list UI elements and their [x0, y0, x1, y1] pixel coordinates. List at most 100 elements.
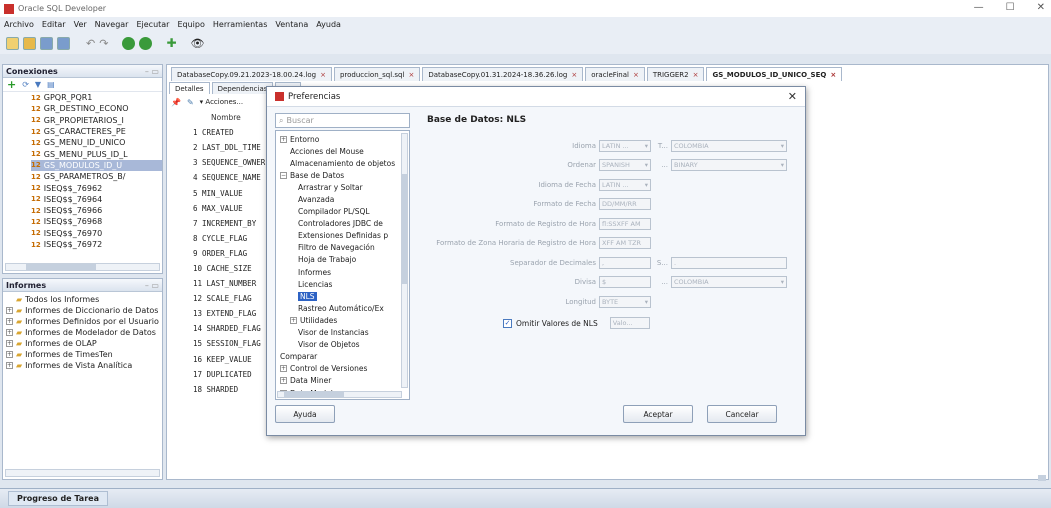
expand-icon[interactable]: + — [280, 135, 287, 143]
preferences-tree-item[interactable]: Visor de Objetos — [280, 339, 409, 351]
open-icon[interactable] — [23, 36, 36, 50]
table-row[interactable]: 2 LAST_DDL_TIME — [193, 140, 265, 155]
sequence-item[interactable]: 12 GS_PARAMETROS_B/ — [31, 171, 162, 182]
task-progress-tab[interactable]: Progreso de Tarea — [8, 491, 108, 506]
menu-item[interactable]: Ventana — [275, 20, 308, 29]
report-item[interactable]: + ▰ Informes Definidos por el Usuario — [6, 316, 162, 327]
sequence-item[interactable]: 12 GS_CARACTERES_PE — [31, 126, 162, 137]
nls-extra-value[interactable]: COLOMBIA ▾ — [671, 139, 787, 152]
table-row[interactable]: 9 ORDER_FLAG — [193, 246, 265, 261]
dialog-close-button[interactable]: ✕ — [788, 90, 797, 103]
sequence-item[interactable]: 12 GS_MENU_PLUS_ID_L — [31, 148, 162, 159]
table-row[interactable]: 1 CREATED — [193, 125, 265, 140]
expand-icon[interactable]: + — [6, 362, 13, 369]
nls-extra-value[interactable]: BINARY ▾ — [671, 159, 787, 171]
report-item[interactable]: + ▰ Informes de Modelador de Datos — [6, 327, 162, 338]
close-tab-icon[interactable]: × — [320, 71, 326, 79]
horizontal-scrollbar[interactable] — [5, 469, 160, 477]
minimize-button[interactable]: — — [974, 2, 984, 13]
tree-vertical-scrollbar[interactable] — [401, 133, 408, 388]
sequence-item[interactable]: 12 GR_DESTINO_ECONO — [31, 103, 162, 114]
binoculars-icon[interactable]: 👁 — [191, 37, 205, 50]
preferences-tree-item[interactable]: Controladores JDBC de — [280, 218, 409, 230]
help-button[interactable]: Ayuda — [275, 405, 335, 423]
preferences-tree-item[interactable]: Filtro de Navegación — [280, 242, 409, 254]
preferences-tree-item[interactable]: − Base de Datos — [280, 169, 409, 181]
refresh-icon[interactable]: ⟳ — [22, 80, 29, 89]
nls-field-value[interactable]: fl:SSXFF AM — [599, 217, 651, 230]
sequence-item[interactable]: 12 GS_MENU_ID_UNICO — [31, 137, 162, 148]
report-item[interactable]: + ▰ Informes de TimesTen — [6, 349, 162, 360]
close-tab-icon[interactable]: × — [408, 71, 414, 79]
close-tab-icon[interactable]: × — [830, 71, 836, 79]
sequence-item[interactable]: 12 ISEQ$$_76968 — [31, 216, 162, 227]
cancel-button[interactable]: Cancelar — [707, 405, 777, 423]
sequence-item[interactable]: 12 ISEQ$$_76972 — [31, 239, 162, 250]
report-item[interactable]: + ▰ Informes de Vista Analítica — [6, 360, 162, 371]
sub-tab[interactable]: Dependencias — [211, 82, 274, 94]
table-row[interactable]: 16 KEEP_VALUE — [193, 352, 265, 367]
preferences-tree-item[interactable]: Acciones del Mouse — [280, 145, 409, 157]
preferences-tree-item[interactable]: Arrastrar y Soltar — [280, 181, 409, 193]
sub-tab[interactable]: Detalles — [169, 82, 210, 94]
nls-field-value[interactable]: SPANISH ▾ — [599, 159, 651, 171]
nls-field-value[interactable]: , — [599, 256, 651, 269]
edit-icon[interactable]: ✎ — [187, 98, 194, 107]
menu-item[interactable]: Equipo — [177, 20, 204, 29]
horizontal-scrollbar[interactable] — [5, 263, 160, 271]
report-item[interactable]: + ▰ Informes de OLAP — [6, 338, 162, 349]
nls-field-value[interactable]: DD/MM/RR — [599, 198, 651, 210]
table-row[interactable]: 3 SEQUENCE_OWNER — [193, 155, 265, 170]
expand-icon[interactable]: + — [280, 377, 287, 385]
preferences-tree-item[interactable]: Almacenamiento de objetos — [280, 157, 409, 169]
close-tab-icon[interactable]: × — [633, 71, 639, 79]
sequence-item[interactable]: 12 GPQR_PQR1 — [31, 92, 162, 103]
preferences-search[interactable]: ⌕ Buscar — [275, 113, 410, 128]
table-row[interactable]: 11 LAST_NUMBER — [193, 276, 265, 291]
tree-horizontal-scrollbar[interactable] — [277, 391, 402, 398]
menu-item[interactable]: Ejecutar — [136, 20, 169, 29]
ok-button[interactable]: Aceptar — [623, 405, 693, 423]
filter-icon[interactable]: ▼ — [35, 80, 41, 89]
close-tab-icon[interactable]: × — [571, 71, 577, 79]
preferences-tree-item[interactable]: NLS — [280, 290, 409, 302]
table-row[interactable]: 6 MAX_VALUE — [193, 201, 265, 216]
preferences-tree-item[interactable]: + Control de Versiones — [280, 363, 409, 375]
sequence-item[interactable]: 12 ISEQ$$_76962 — [31, 182, 162, 193]
document-tab[interactable]: produccion_sql.sql × — [333, 67, 421, 81]
forward-icon[interactable] — [139, 36, 153, 50]
preferences-tree-item[interactable]: + Utilidades — [280, 314, 409, 326]
expand-icon[interactable]: + — [290, 316, 297, 324]
nls-field-value[interactable]: LATIN ... ▾ — [599, 139, 651, 152]
report-item[interactable]: ▰ Todos los Informes — [6, 294, 162, 305]
menu-item[interactable]: Navegar — [95, 20, 129, 29]
report-item[interactable]: + ▰ Informes de Diccionario de Datos — [6, 305, 162, 316]
new-icon[interactable] — [6, 36, 19, 50]
expand-icon[interactable]: + — [6, 329, 13, 336]
menu-item[interactable]: Editar — [42, 20, 66, 29]
maximize-button[interactable]: ☐ — [1006, 2, 1015, 13]
expand-icon[interactable]: − — [280, 171, 287, 179]
run-icon[interactable]: ✚ — [166, 36, 176, 50]
table-row[interactable]: 15 SESSION_FLAG — [193, 336, 265, 351]
expand-icon[interactable]: + — [6, 307, 13, 314]
sequence-item[interactable]: 12 GR_PROPIETARIOS_I — [31, 115, 162, 126]
sequence-item[interactable]: 12 ISEQ$$_76966 — [31, 205, 162, 216]
pane-controls[interactable]: – ▭ — [145, 67, 159, 76]
schema-icon[interactable]: ▤ — [47, 80, 55, 89]
preferences-tree-item[interactable]: Rastreo Automático/Ex — [280, 302, 409, 314]
document-tab[interactable]: oracleFinal × — [585, 67, 645, 81]
table-row[interactable]: 7 INCREMENT_BY — [193, 216, 265, 231]
expand-icon[interactable]: + — [6, 351, 13, 358]
omit-nls-checkbox[interactable]: ✓ — [503, 318, 512, 328]
actions-menu[interactable]: ▾ Acciones... — [200, 98, 243, 106]
menu-item[interactable]: Herramientas — [213, 20, 268, 29]
add-connection-icon[interactable]: + — [7, 78, 16, 91]
pin-icon[interactable]: 📌 — [171, 98, 181, 107]
sequence-item[interactable]: 12 ISEQ$$_76970 — [31, 228, 162, 239]
undo-icon[interactable]: ↶ — [86, 37, 95, 50]
sequence-item[interactable]: 12 ISEQ$$_76964 — [31, 194, 162, 205]
save-all-icon[interactable] — [57, 36, 70, 50]
document-tab[interactable]: DatabaseCopy.09.21.2023-18.00.24.log × — [171, 67, 332, 81]
preferences-tree-item[interactable]: Visor de Instancias — [280, 327, 409, 339]
